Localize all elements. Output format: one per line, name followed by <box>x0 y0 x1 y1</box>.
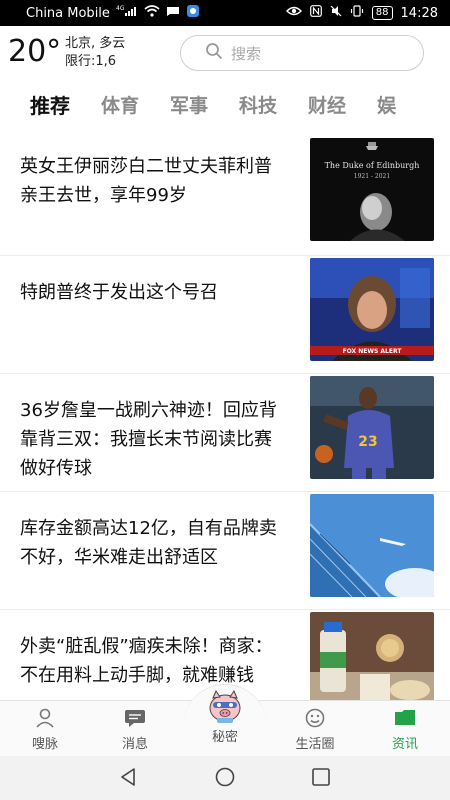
nav-item-life-circle[interactable]: 生活圈 <box>280 707 350 752</box>
news-list: 英女王伊丽莎白二世丈夫菲利普亲王去世，享年99岁 The Duke of Edi… <box>0 130 450 700</box>
news-item[interactable]: 库存金额高达12亿，自有品牌卖不好，华米难走出舒适区 <box>0 491 450 609</box>
news-thumbnail <box>310 494 434 597</box>
nav-label: 生活圈 <box>295 737 335 752</box>
nav-label: 秘密 <box>211 730 238 745</box>
vibrate-icon <box>350 5 364 21</box>
person-icon <box>33 707 57 729</box>
nav-item-news[interactable]: 资讯 <box>370 707 440 752</box>
tab-tech[interactable]: 科技 <box>239 91 277 118</box>
battery-indicator: 88 <box>371 6 393 20</box>
tab-entertainment[interactable]: 娱 <box>377 91 396 118</box>
back-icon[interactable] <box>118 766 140 792</box>
search-icon <box>205 42 223 64</box>
smile-icon <box>303 707 327 729</box>
news-thumbnail: 23 <box>310 376 434 479</box>
news-thumbnail: FOX NEWS ALERT <box>310 258 434 361</box>
status-bar: China Mobile 4G 88 14:28 <box>0 0 450 26</box>
signal-icon: 4G <box>116 5 138 21</box>
thumb-caption: FOX NEWS ALERT <box>343 348 403 355</box>
nav-item-secret[interactable]: 秘密 <box>185 688 265 745</box>
app-header: 20° 北京, 多云 限行:1,6 搜索 <box>0 26 450 78</box>
mute-icon <box>330 5 342 21</box>
category-tabs: 推荐 体育 军事 科技 财经 娱 <box>0 78 450 130</box>
weather-city: 北京, 多云 <box>65 36 126 51</box>
pig-mascot-icon <box>205 688 245 724</box>
news-title: 英女王伊丽莎白二世丈夫菲利普亲王去世，享年99岁 <box>20 156 272 206</box>
tab-recommend[interactable]: 推荐 <box>30 90 70 119</box>
home-icon[interactable] <box>214 766 236 792</box>
news-title: 库存金额高达12亿，自有品牌卖不好，华米难走出舒适区 <box>20 518 277 568</box>
thumb-caption: The Duke of Edinburgh <box>325 161 420 170</box>
news-folder-icon <box>393 707 417 729</box>
news-item[interactable]: 36岁詹皇一战刷六神迹！回应背靠背三双：我擅长末节阅读比赛做好传球 23 <box>0 373 450 491</box>
weather-info[interactable]: 北京, 多云 限行:1,6 <box>65 35 125 71</box>
news-title: 36岁詹皇一战刷六神迹！回应背靠背三双：我擅长末节阅读比赛做好传球 <box>20 400 277 479</box>
wifi-icon <box>144 5 160 21</box>
search-bar[interactable]: 搜索 <box>180 35 424 71</box>
tab-military[interactable]: 军事 <box>170 91 208 118</box>
nav-item-messages[interactable]: 消息 <box>100 707 170 752</box>
tab-sports[interactable]: 体育 <box>101 91 139 118</box>
nav-label: 嗖脉 <box>31 737 58 752</box>
nfc-icon <box>309 5 322 21</box>
clock: 14:28 <box>400 5 438 21</box>
nav-item-soumai[interactable]: 嗖脉 <box>10 707 80 752</box>
nav-label: 资讯 <box>391 737 418 752</box>
news-item[interactable]: 特朗普终于发出这个号召 FOX NEWS ALERT <box>0 255 450 373</box>
system-nav-bar <box>0 756 450 800</box>
tab-finance[interactable]: 财经 <box>308 91 346 118</box>
news-title: 外卖“脏乱假”痼疾未除！商家：不在用料上动手脚，就难赚钱 <box>20 636 273 686</box>
news-thumbnail <box>310 612 434 700</box>
app-icon <box>186 4 200 22</box>
carrier-label: China Mobile <box>26 5 110 21</box>
eye-icon <box>285 5 302 21</box>
message-icon <box>166 5 180 21</box>
svg-text:4G: 4G <box>116 5 125 12</box>
thumb-years: 1921 - 2021 <box>354 173 390 180</box>
recents-icon[interactable] <box>310 766 332 792</box>
search-placeholder: 搜索 <box>231 44 262 63</box>
chat-icon <box>123 707 147 729</box>
thumb-jersey-number: 23 <box>358 434 377 450</box>
news-title: 特朗普终于发出这个号召 <box>20 282 218 303</box>
news-thumbnail: The Duke of Edinburgh 1921 - 2021 <box>310 138 434 241</box>
traffic-restriction: 限行:1,6 <box>65 54 117 69</box>
nav-label: 消息 <box>121 737 148 752</box>
temperature: 20° <box>8 34 62 69</box>
news-item[interactable]: 英女王伊丽莎白二世丈夫菲利普亲王去世，享年99岁 The Duke of Edi… <box>0 130 450 255</box>
